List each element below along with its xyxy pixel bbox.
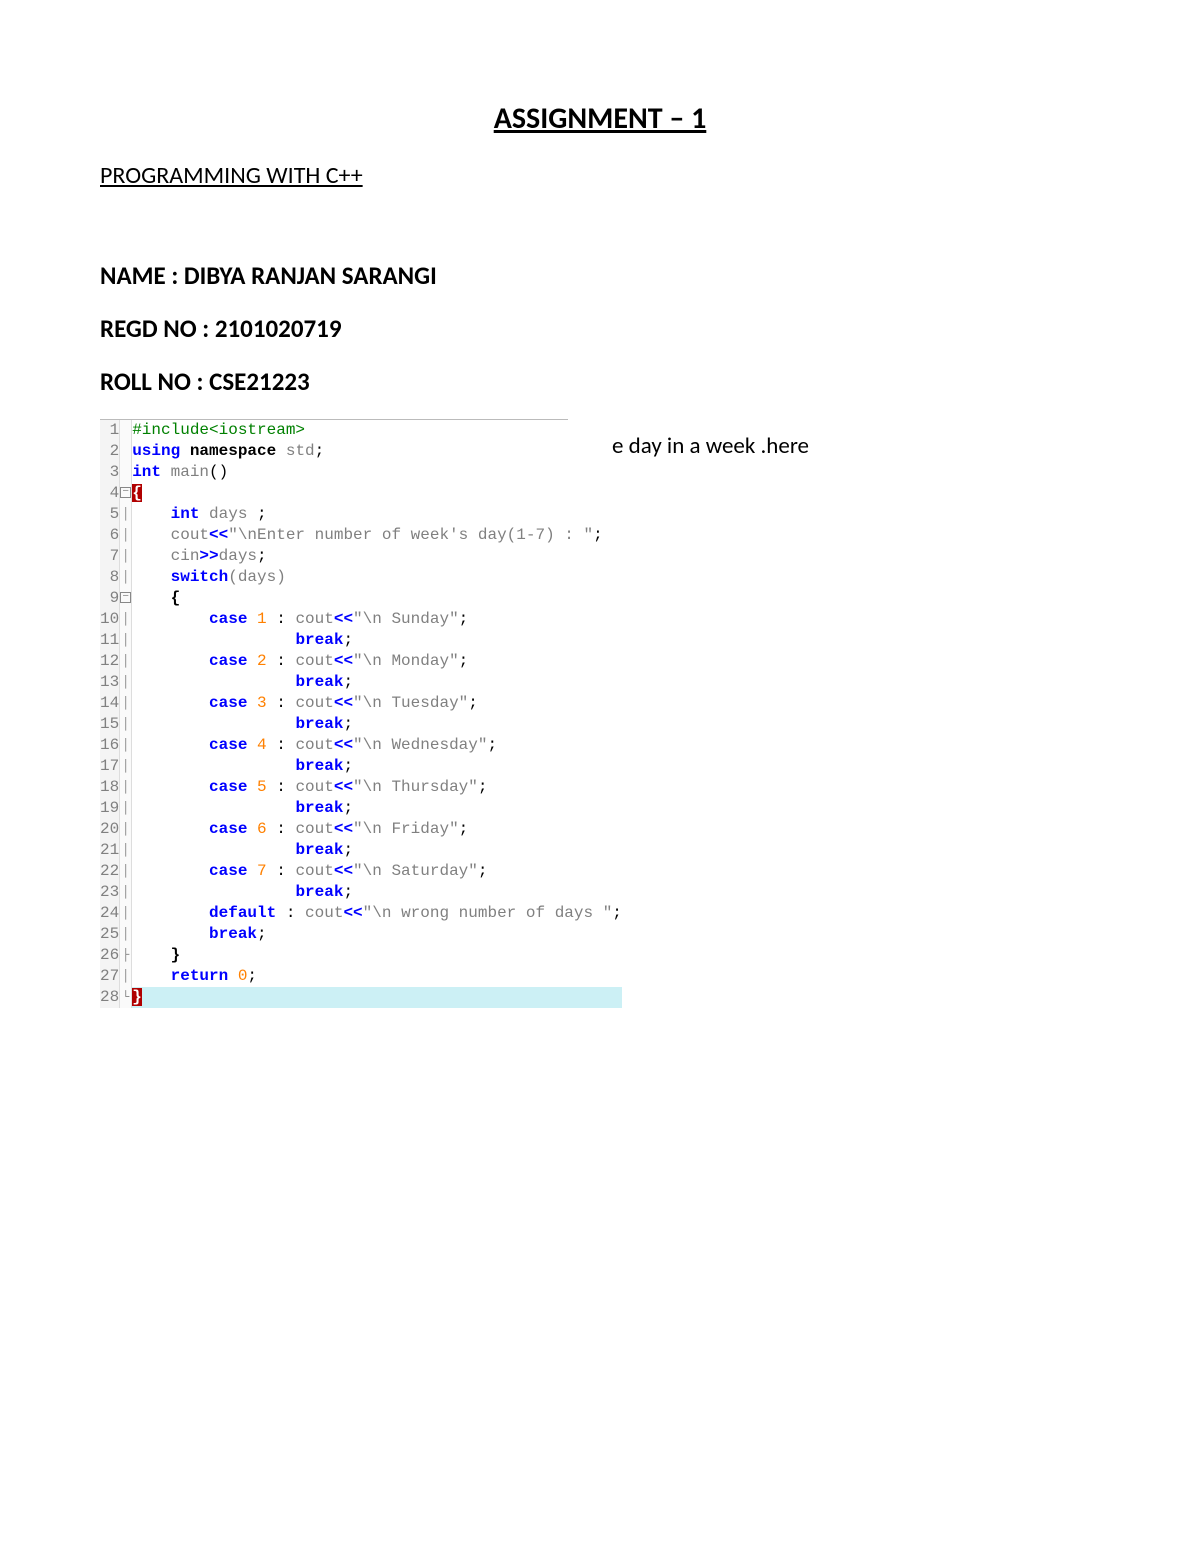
line-number: 4 bbox=[100, 483, 120, 504]
code-line: case 2 : cout<<"\n Monday"; bbox=[132, 651, 622, 672]
fold-toggle[interactable]: − bbox=[120, 588, 132, 609]
code-line: int main() bbox=[132, 462, 622, 483]
code-line: break; bbox=[132, 756, 622, 777]
line-number: 6 bbox=[100, 525, 120, 546]
code-line: break; bbox=[132, 882, 622, 903]
page-title: ASSIGNMENT – 1 bbox=[100, 100, 1100, 137]
code-line: { bbox=[132, 483, 622, 504]
code-line: } bbox=[132, 945, 622, 966]
line-number: 24 bbox=[100, 903, 120, 924]
line-number: 15 bbox=[100, 714, 120, 735]
line-number: 14 bbox=[100, 693, 120, 714]
code-table: 1 #include<iostream> 2 using namespace std… bbox=[100, 420, 622, 1008]
fold-toggle[interactable]: − bbox=[120, 483, 132, 504]
line-number: 9 bbox=[100, 588, 120, 609]
line-number: 28 bbox=[100, 987, 120, 1008]
line-number: 8 bbox=[100, 567, 120, 588]
regd-number: REGD NO : 2101020719 bbox=[100, 313, 1100, 344]
code-line: break; bbox=[132, 798, 622, 819]
code-line: break; bbox=[132, 672, 622, 693]
code-line: default : cout<<"\n wrong number of days… bbox=[132, 903, 622, 924]
code-line-active: } bbox=[132, 987, 622, 1008]
student-name: NAME : DIBYA RANJAN SARANGI bbox=[100, 260, 1100, 291]
line-number: 17 bbox=[100, 756, 120, 777]
code-line: break; bbox=[132, 714, 622, 735]
line-number: 12 bbox=[100, 651, 120, 672]
course-subtitle: PROGRAMMING WITH C++ bbox=[100, 161, 1100, 190]
code-line: switch(days) bbox=[132, 567, 622, 588]
code-line: case 6 : cout<<"\n Friday"; bbox=[132, 819, 622, 840]
code-line: #include<iostream> bbox=[132, 420, 622, 441]
preprocessor: #include<iostream> bbox=[132, 421, 305, 439]
line-number: 25 bbox=[100, 924, 120, 945]
line-number: 23 bbox=[100, 882, 120, 903]
line-number: 18 bbox=[100, 777, 120, 798]
code-line: case 4 : cout<<"\n Wednesday"; bbox=[132, 735, 622, 756]
line-number: 16 bbox=[100, 735, 120, 756]
code-line: case 3 : cout<<"\n Tuesday"; bbox=[132, 693, 622, 714]
line-number: 13 bbox=[100, 672, 120, 693]
line-number: 21 bbox=[100, 840, 120, 861]
code-line: using namespace std; bbox=[132, 441, 622, 462]
line-number: 3 bbox=[100, 462, 120, 483]
code-line: case 5 : cout<<"\n Thursday"; bbox=[132, 777, 622, 798]
line-number: 27 bbox=[100, 966, 120, 987]
line-number: 5 bbox=[100, 504, 120, 525]
line-number: 1 bbox=[100, 420, 120, 441]
collapse-icon: − bbox=[120, 592, 131, 603]
collapse-icon: − bbox=[120, 487, 131, 498]
code-editor: 1#include<iostream> 2using namespace std… bbox=[100, 419, 568, 1008]
line-number: 11 bbox=[100, 630, 120, 651]
stray-text: e day in a week .here bbox=[612, 432, 809, 460]
code-line: break; bbox=[132, 630, 622, 651]
line-number: 22 bbox=[100, 861, 120, 882]
line-number: 10 bbox=[100, 609, 120, 630]
line-number: 26 bbox=[100, 945, 120, 966]
code-line: case 7 : cout<<"\n Saturday"; bbox=[132, 861, 622, 882]
code-line: break; bbox=[132, 840, 622, 861]
code-line: cout<<"\nEnter number of week's day(1-7)… bbox=[132, 525, 622, 546]
code-line: case 1 : cout<<"\n Sunday"; bbox=[132, 609, 622, 630]
line-number: 2 bbox=[100, 441, 120, 462]
code-line: { bbox=[132, 588, 622, 609]
line-number: 7 bbox=[100, 546, 120, 567]
line-number: 20 bbox=[100, 819, 120, 840]
roll-number: ROLL NO : CSE21223 bbox=[100, 366, 1100, 397]
code-line: break; bbox=[132, 924, 622, 945]
code-line: int days ; bbox=[132, 504, 622, 525]
code-line: cin>>days; bbox=[132, 546, 622, 567]
fold-gutter bbox=[120, 420, 132, 441]
line-number: 19 bbox=[100, 798, 120, 819]
code-line: return 0; bbox=[132, 966, 622, 987]
